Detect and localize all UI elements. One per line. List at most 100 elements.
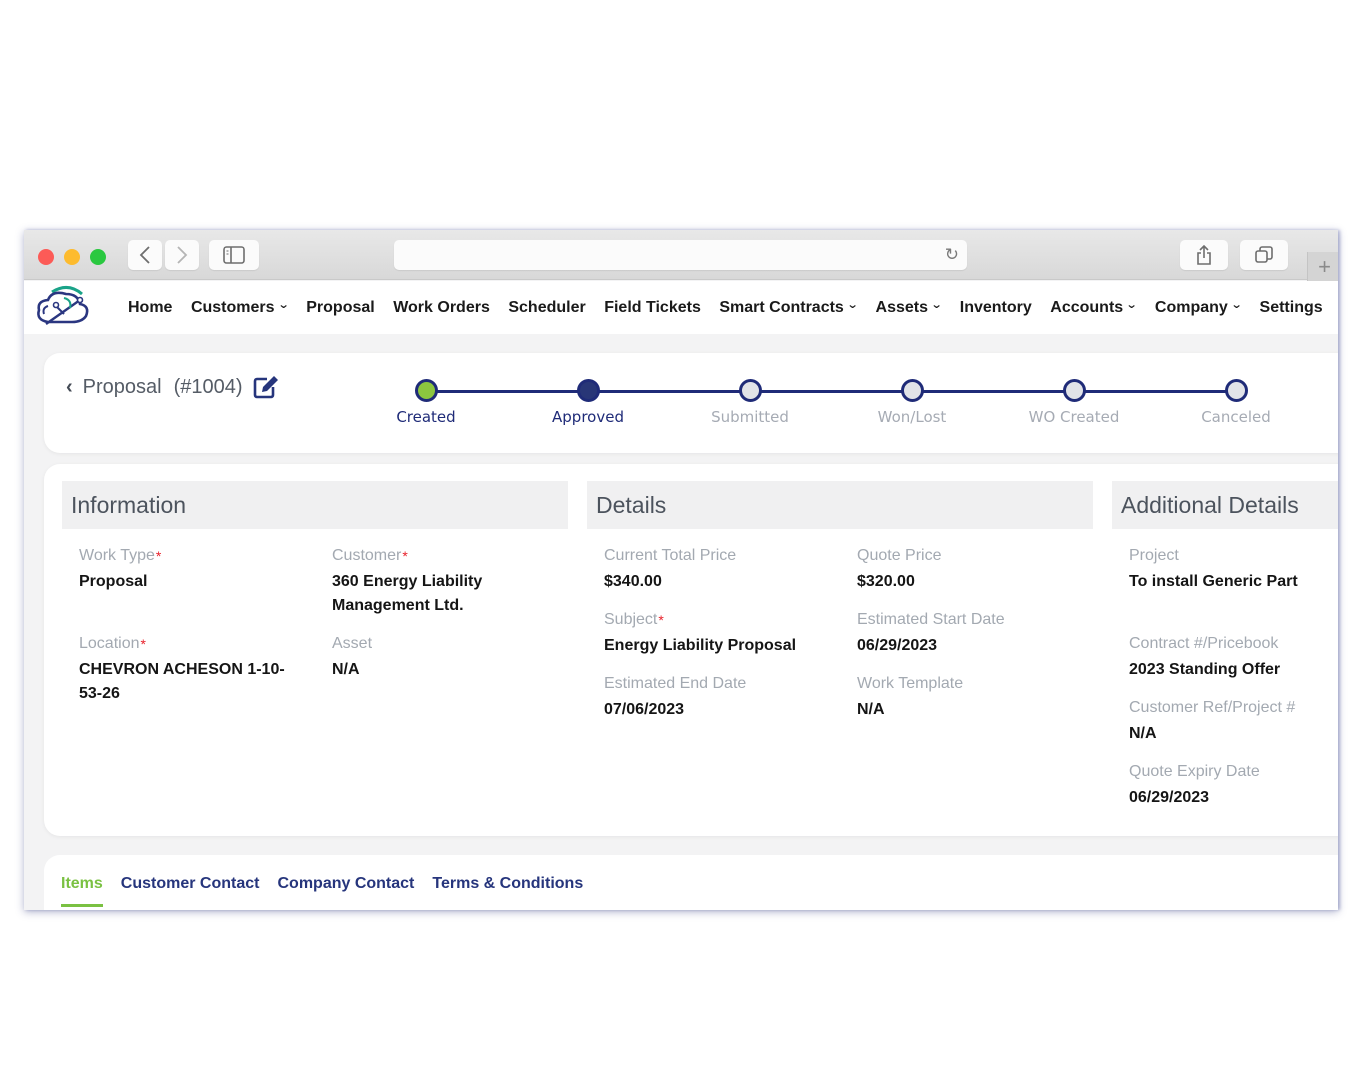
nav-item-label: Work Orders [393,298,490,316]
tab-terms-conditions[interactable]: Terms & Conditions [432,875,583,907]
step-dot [900,379,924,402]
step-dot [576,379,600,402]
field-estimated-start-date: Estimated Start Date 06/29/2023 [857,609,1097,658]
field-label: Estimated End Date [604,675,747,692]
field-value: Proposal [79,573,148,590]
chevron-down-icon: ⌄ [1230,299,1243,311]
required-marker: * [658,612,664,628]
field-work-type: Work Type* Proposal [79,545,319,594]
chevron-down-icon: ⌄ [1125,299,1138,311]
field-estimated-end-date: Estimated End Date 07/06/2023 [604,673,844,722]
step-label: Created [396,408,456,426]
step-dot [1062,379,1086,402]
step-label: Approved [552,408,624,426]
chevron-down-icon: ⌄ [846,299,859,311]
browser-sidebar-button[interactable] [209,240,259,270]
nav-item-assets[interactable]: Assets ⌄ [875,298,943,317]
main-navbar: Home Customers ⌄ Proposal Work Orders Schedul… [24,281,1338,334]
step-label: Canceled [1201,408,1271,426]
step-approved[interactable]: Approved [518,379,658,426]
information-section: Information Work Type* Proposal Customer… [62,481,568,702]
nav-item-label: Settings [1259,298,1323,316]
step-label: Won/Lost [877,408,947,426]
share-button[interactable] [1180,240,1228,270]
field-quote-expiry-date: Quote Expiry Date 06/29/2023 [1129,761,1338,810]
nav-item-label: Assets [875,298,929,316]
minimize-window-button[interactable] [64,249,80,265]
field-location: Location* CHEVRON ACHESON 1-10-53-26 [79,633,299,706]
nav-item-scheduler[interactable]: Scheduler [508,299,585,317]
nav-item-label: Smart Contracts [719,298,844,316]
field-label: Contract #/Pricebook [1129,635,1279,652]
field-project: Project To install Generic Part [1129,545,1338,594]
proposal-info-card: Information Work Type* Proposal Customer… [44,464,1338,836]
step-dot [414,379,438,402]
field-label: Asset [332,635,373,652]
tab-customer-contact[interactable]: Customer Contact [121,875,260,907]
nav-item-proposal[interactable]: Proposal [306,299,374,317]
step-won-lost[interactable]: Won/Lost [842,379,982,426]
nav-item-work-orders[interactable]: Work Orders [393,299,490,317]
step-dot [1224,379,1248,402]
nav-item-field-tickets[interactable]: Field Tickets [604,299,701,317]
additional-details-heading: Additional Details [1112,481,1338,529]
field-value: 2023 Standing Offer [1129,661,1281,678]
chevron-left-icon [139,246,150,264]
nav-item-label: Field Tickets [604,298,701,316]
field-value: Energy Liability Proposal [604,637,797,654]
step-wo-created[interactable]: WO Created [1004,379,1144,426]
address-bar[interactable]: ↻ [394,240,967,270]
reload-icon[interactable]: ↻ [945,245,959,265]
tab-items[interactable]: Items [61,875,103,907]
nav-item-label: Proposal [306,298,375,316]
nav-menu: Home Customers ⌄ Proposal Work Orders Schedul… [128,281,1338,334]
browser-forward-button[interactable] [165,240,199,270]
maximize-window-button[interactable] [90,249,106,265]
field-label: Location [79,635,140,652]
field-value: CHEVRON ACHESON 1-10-53-26 [79,661,285,702]
field-value: 07/06/2023 [604,701,685,718]
field-label: Quote Expiry Date [1129,763,1260,780]
proposal-header-card: ‹ Proposal (#1004) Created Approved Submit… [44,353,1338,453]
field-value: To install Generic Part [1129,573,1298,590]
tabs-overview-icon [1255,246,1273,263]
nav-item-inventory[interactable]: Inventory [960,299,1032,317]
nav-item-settings[interactable]: Settings [1260,299,1323,317]
field-work-template: Work Template N/A [857,673,1097,722]
chevron-down-icon: ⌄ [930,299,943,311]
tabs-overview-button[interactable] [1240,240,1288,270]
step-dot [738,379,762,402]
field-label: Customer [332,547,402,564]
nav-item-label: Scheduler [508,298,586,316]
browser-back-button[interactable] [128,240,162,270]
nav-item-label: Customers [190,298,275,316]
nav-item-customers[interactable]: Customers ⌄ [190,298,290,317]
field-asset: Asset N/A [332,633,572,682]
chevron-down-icon: ⌄ [277,299,290,311]
field-value: $340.00 [604,573,662,590]
new-tab-button[interactable]: + [1307,252,1338,282]
required-marker: * [402,548,408,564]
field-customer-ref: Customer Ref/Project # N/A [1129,697,1338,746]
nav-item-company[interactable]: Company ⌄ [1155,299,1243,317]
field-customer: Customer* 360 Energy Liability Managemen… [332,545,532,618]
field-value: 06/29/2023 [1129,789,1210,806]
step-submitted[interactable]: Submitted [680,379,820,426]
nav-item-home[interactable]: Home [128,299,172,317]
step-created[interactable]: Created [356,379,496,426]
tab-company-contact[interactable]: Company Contact [277,875,414,907]
nav-item-label: Inventory [959,298,1032,316]
field-value: 06/29/2023 [857,637,938,654]
nav-item-smart-contracts[interactable]: Smart Contracts ⌄ [719,298,859,317]
field-current-total-price: Current Total Price $340.00 [604,545,844,594]
details-heading: Details [587,481,1093,529]
status-stepper: Created Approved Submitted Won/Lost WO Creat… [44,353,1338,453]
app-logo[interactable] [34,284,92,328]
step-label: WO Created [1028,408,1120,426]
step-label: Submitted [711,408,789,426]
field-label: Estimated Start Date [857,611,1005,628]
step-canceled[interactable]: Canceled [1166,379,1306,426]
close-window-button[interactable] [38,249,54,265]
nav-item-accounts[interactable]: Accounts ⌄ [1050,299,1138,317]
field-value: N/A [1129,725,1157,742]
